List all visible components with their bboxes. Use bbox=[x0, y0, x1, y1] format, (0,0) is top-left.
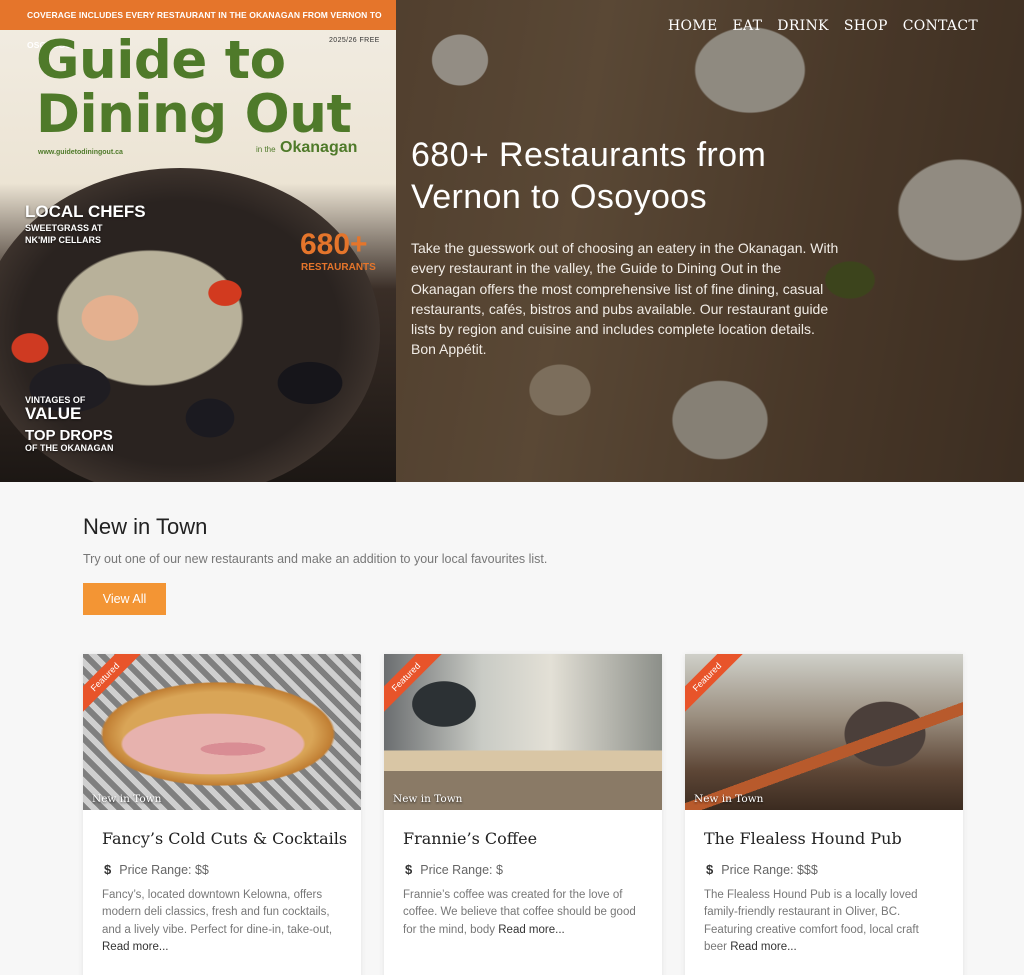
dollar-icon: $ bbox=[104, 862, 112, 877]
nav-shop[interactable]: SHOP bbox=[844, 18, 888, 34]
cover-headline-chefs-sub: SWEETGRASS AT NK'MIP CELLARS bbox=[25, 222, 103, 246]
restaurant-card[interactable]: Featured New in Town Fancy’s Cold Cuts &… bbox=[83, 654, 361, 975]
new-in-town-tag: New in Town bbox=[694, 793, 764, 805]
hero-text: 680+ Restaurants from Vernon to Osoyoos … bbox=[411, 134, 841, 360]
cover-title-line2: Dining Out bbox=[36, 84, 352, 145]
card-description: The Flealess Hound Pub is a locally love… bbox=[704, 887, 944, 956]
magazine-cover[interactable]: COVERAGE INCLUDES EVERY RESTAURANT IN TH… bbox=[0, 0, 396, 482]
card-title[interactable]: Frannie’s Coffee bbox=[403, 829, 662, 848]
cover-banner: COVERAGE INCLUDES EVERY RESTAURANT IN TH… bbox=[0, 0, 396, 50]
hero-title: 680+ Restaurants from Vernon to Osoyoos bbox=[411, 136, 767, 216]
dollar-icon: $ bbox=[405, 862, 413, 877]
dollar-icon: $ bbox=[706, 862, 714, 877]
cover-subtitle-main: Okanagan bbox=[280, 139, 358, 156]
main-nav: HOME EAT DRINK SHOP CONTACT bbox=[668, 18, 978, 34]
new-in-town-tag: New in Town bbox=[393, 793, 463, 805]
nav-home[interactable]: HOME bbox=[668, 18, 717, 34]
price-range: $ Price Range: $$$ bbox=[706, 862, 963, 877]
card-description-text: Fancy’s, located downtown Kelowna, offer… bbox=[102, 889, 333, 936]
restaurant-card[interactable]: Featured New in Town Frannie’s Coffee $ … bbox=[384, 654, 662, 975]
price-range: $ Price Range: $$ bbox=[104, 862, 361, 877]
cover-subtitle-small: in the bbox=[256, 145, 276, 154]
cover-chefs-line2: NK'MIP CELLARS bbox=[25, 235, 101, 245]
card-image[interactable]: Featured New in Town bbox=[685, 654, 963, 810]
price-range-text: Price Range: $$$ bbox=[721, 862, 818, 877]
cover-value: VALUE bbox=[25, 404, 82, 423]
nav-drink[interactable]: DRINK bbox=[777, 18, 829, 34]
view-all-button[interactable]: View All bbox=[83, 583, 166, 615]
read-more-link[interactable]: Read more... bbox=[102, 941, 168, 953]
cover-url: www.guidetodiningout.ca bbox=[38, 149, 123, 156]
price-range-text: Price Range: $$ bbox=[119, 862, 209, 877]
restaurant-card[interactable]: Featured New in Town The Flealess Hound … bbox=[685, 654, 963, 975]
card-title[interactable]: Fancy’s Cold Cuts & Cocktails bbox=[102, 829, 361, 848]
cover-subtitle: in the Okanagan bbox=[256, 139, 357, 157]
featured-ribbon: Featured bbox=[384, 654, 447, 718]
featured-ribbon: Featured bbox=[83, 654, 146, 718]
card-description: Fancy’s, located downtown Kelowna, offer… bbox=[102, 887, 342, 956]
card-description: Frannie’s coffee was created for the lov… bbox=[403, 887, 643, 939]
cover-chefs-line1: SWEETGRASS AT bbox=[25, 223, 103, 233]
section-title: New in Town bbox=[83, 514, 208, 539]
nav-eat[interactable]: EAT bbox=[732, 18, 762, 34]
cover-title: Guide to Dining Out bbox=[36, 30, 352, 145]
card-image[interactable]: Featured New in Town bbox=[83, 654, 361, 810]
featured-ribbon: Featured bbox=[685, 654, 748, 718]
cover-drops: TOP DROPS bbox=[25, 427, 113, 444]
cover-count: 680+ bbox=[300, 228, 368, 261]
read-more-link[interactable]: Read more... bbox=[730, 941, 796, 953]
price-range-text: Price Range: $ bbox=[420, 862, 503, 877]
nav-contact[interactable]: CONTACT bbox=[903, 18, 978, 34]
price-range: $ Price Range: $ bbox=[405, 862, 662, 877]
section-subtitle: Try out one of our new restaurants and m… bbox=[83, 552, 548, 566]
hero-description: Take the guesswork out of choosing an ea… bbox=[411, 240, 839, 358]
cover-count-label: RESTAURANTS bbox=[301, 262, 376, 273]
card-image[interactable]: Featured New in Town bbox=[384, 654, 662, 810]
cover-okanagan: OF THE OKANAGAN bbox=[25, 443, 114, 453]
cover-title-line1: Guide to bbox=[36, 30, 286, 91]
new-in-town-tag: New in Town bbox=[92, 793, 162, 805]
cover-headline-chefs: LOCAL CHEFS bbox=[25, 202, 146, 221]
card-title[interactable]: The Flealess Hound Pub bbox=[704, 829, 963, 848]
read-more-link[interactable]: Read more... bbox=[498, 924, 564, 936]
